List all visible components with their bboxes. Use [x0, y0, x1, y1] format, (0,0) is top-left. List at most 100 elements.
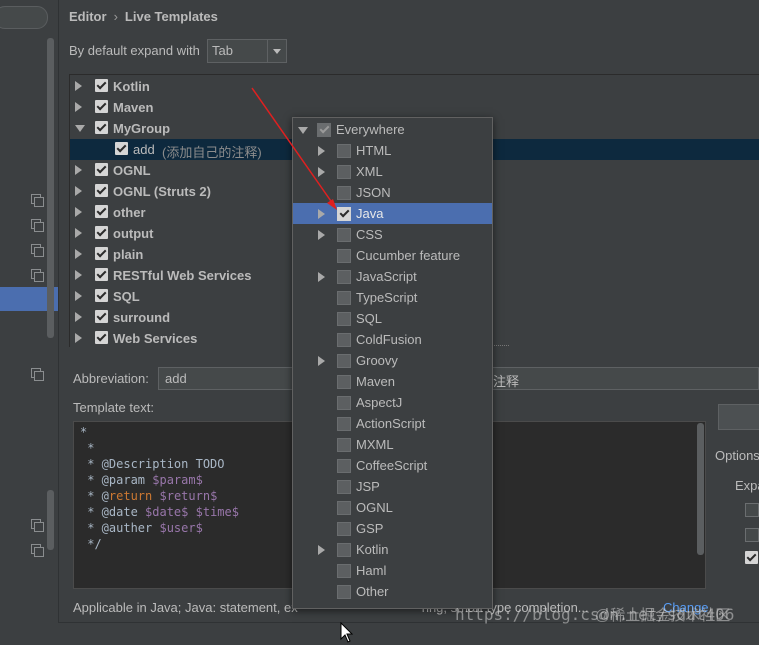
- expand-arrow-right-icon[interactable]: [318, 146, 325, 156]
- context-item[interactable]: OGNL: [293, 497, 492, 518]
- chevron-down-icon[interactable]: [267, 40, 286, 62]
- context-item[interactable]: MXML: [293, 434, 492, 455]
- context-checkbox[interactable]: [337, 165, 351, 179]
- expand-arrow-right-icon[interactable]: [75, 312, 82, 322]
- enabled-checkbox[interactable]: [95, 331, 108, 344]
- context-checkbox[interactable]: [337, 312, 351, 326]
- context-item[interactable]: Everywhere: [293, 119, 492, 140]
- enabled-checkbox[interactable]: [115, 142, 128, 155]
- breadcrumb-parent[interactable]: Editor: [69, 9, 107, 24]
- context-item[interactable]: JavaScript: [293, 266, 492, 287]
- context-checkbox[interactable]: [317, 123, 331, 137]
- context-checkbox[interactable]: [337, 396, 351, 410]
- context-checkbox[interactable]: [337, 564, 351, 578]
- context-checkbox[interactable]: [337, 270, 351, 284]
- context-checkbox[interactable]: [337, 501, 351, 515]
- template-group[interactable]: Maven: [70, 97, 759, 118]
- context-item[interactable]: CSS: [293, 224, 492, 245]
- context-item[interactable]: Haml: [293, 560, 492, 581]
- expand-arrow-right-icon[interactable]: [318, 209, 325, 219]
- context-checkbox[interactable]: [337, 228, 351, 242]
- context-checkbox[interactable]: [337, 249, 351, 263]
- copy-icon: [31, 519, 44, 532]
- context-item[interactable]: JSON: [293, 182, 492, 203]
- context-checkbox[interactable]: [337, 207, 351, 221]
- context-checkbox[interactable]: [337, 186, 351, 200]
- sidebar-scrollbar[interactable]: [47, 38, 54, 338]
- context-item[interactable]: JSP: [293, 476, 492, 497]
- template-label: Maven: [113, 100, 154, 115]
- option-checkbox[interactable]: [745, 503, 759, 517]
- sidebar-scrollbar-lower[interactable]: [47, 490, 54, 550]
- context-item[interactable]: SQL: [293, 308, 492, 329]
- template-scrollbar[interactable]: [697, 423, 704, 555]
- context-checkbox[interactable]: [337, 291, 351, 305]
- context-item[interactable]: ActionScript: [293, 413, 492, 434]
- context-item[interactable]: TypeScript: [293, 287, 492, 308]
- template-line: * @date $date$ $time$: [80, 505, 239, 519]
- enabled-checkbox[interactable]: [95, 289, 108, 302]
- expand-arrow-right-icon[interactable]: [318, 230, 325, 240]
- expand-arrow-right-icon[interactable]: [75, 165, 82, 175]
- settings-search-field[interactable]: [0, 6, 48, 29]
- context-checkbox[interactable]: [337, 459, 351, 473]
- template-label: Kotlin: [113, 79, 150, 94]
- context-checkbox[interactable]: [337, 354, 351, 368]
- context-checkbox[interactable]: [337, 585, 351, 599]
- context-checkbox[interactable]: [337, 417, 351, 431]
- template-group[interactable]: Kotlin: [70, 76, 759, 97]
- enabled-checkbox[interactable]: [95, 79, 108, 92]
- enabled-checkbox[interactable]: [95, 184, 108, 197]
- context-item[interactable]: Other: [293, 581, 492, 602]
- enabled-checkbox[interactable]: [95, 226, 108, 239]
- copy-icon: [31, 194, 44, 207]
- context-item[interactable]: Groovy: [293, 350, 492, 371]
- context-item[interactable]: HTML: [293, 140, 492, 161]
- context-item[interactable]: XML: [293, 161, 492, 182]
- expand-arrow-right-icon[interactable]: [75, 207, 82, 217]
- context-checkbox[interactable]: [337, 375, 351, 389]
- context-checkbox[interactable]: [337, 543, 351, 557]
- expand-arrow-down-icon[interactable]: [298, 127, 308, 134]
- description-value[interactable]: 注释: [493, 371, 519, 390]
- context-item[interactable]: ColdFusion: [293, 329, 492, 350]
- expand-arrow-right-icon[interactable]: [318, 545, 325, 555]
- context-checkbox[interactable]: [337, 480, 351, 494]
- option-checkbox-checked[interactable]: [745, 551, 758, 564]
- expand-arrow-right-icon[interactable]: [75, 102, 82, 112]
- option-checkbox[interactable]: [745, 528, 759, 542]
- enabled-checkbox[interactable]: [95, 247, 108, 260]
- context-label: Kotlin: [356, 542, 389, 557]
- dialog-bottom-bar: [58, 622, 759, 645]
- enabled-checkbox[interactable]: [95, 205, 108, 218]
- context-item[interactable]: Cucumber feature: [293, 245, 492, 266]
- enabled-checkbox[interactable]: [95, 268, 108, 281]
- context-item[interactable]: AspectJ: [293, 392, 492, 413]
- context-item[interactable]: GSP: [293, 518, 492, 539]
- context-item[interactable]: Kotlin: [293, 539, 492, 560]
- context-checkbox[interactable]: [337, 144, 351, 158]
- expand-arrow-right-icon[interactable]: [75, 186, 82, 196]
- expand-arrow-right-icon[interactable]: [75, 249, 82, 259]
- expand-arrow-right-icon[interactable]: [318, 272, 325, 282]
- context-checkbox[interactable]: [337, 522, 351, 536]
- context-item[interactable]: Java: [293, 203, 492, 224]
- enabled-checkbox[interactable]: [95, 310, 108, 323]
- expand-arrow-right-icon[interactable]: [75, 228, 82, 238]
- context-item[interactable]: CoffeeScript: [293, 455, 492, 476]
- expand-arrow-right-icon[interactable]: [75, 81, 82, 91]
- expand-arrow-down-icon[interactable]: [75, 125, 85, 132]
- enabled-checkbox[interactable]: [95, 100, 108, 113]
- context-checkbox[interactable]: [337, 333, 351, 347]
- expand-arrow-right-icon[interactable]: [75, 291, 82, 301]
- expand-arrow-right-icon[interactable]: [75, 270, 82, 280]
- edit-variables-button[interactable]: [718, 404, 759, 430]
- expand-arrow-right-icon[interactable]: [318, 356, 325, 366]
- context-checkbox[interactable]: [337, 438, 351, 452]
- enabled-checkbox[interactable]: [95, 163, 108, 176]
- expand-arrow-right-icon[interactable]: [75, 333, 82, 343]
- context-item[interactable]: Maven: [293, 371, 492, 392]
- expand-arrow-right-icon[interactable]: [318, 167, 325, 177]
- expand-with-select[interactable]: Tab: [207, 39, 287, 63]
- enabled-checkbox[interactable]: [95, 121, 108, 134]
